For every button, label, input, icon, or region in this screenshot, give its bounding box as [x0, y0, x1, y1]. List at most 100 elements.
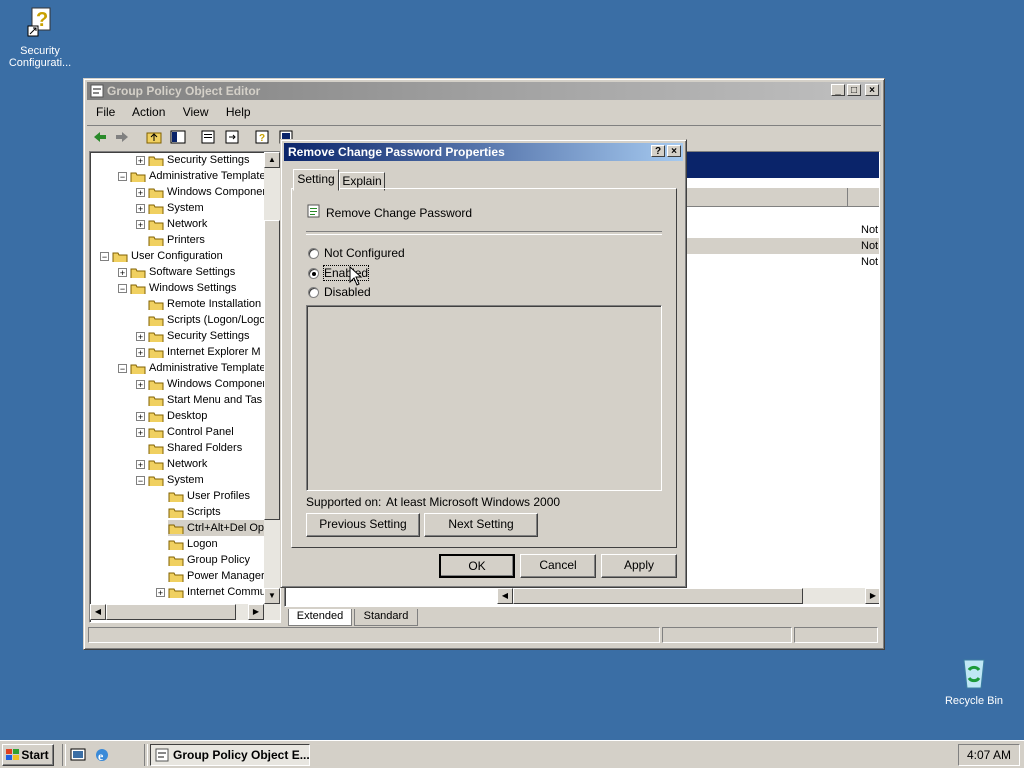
taskbar-task-gpo[interactable]: Group Policy Object E... [150, 744, 310, 766]
tree-item[interactable]: User Configuration [112, 248, 265, 264]
previous-setting-button[interactable]: Previous Setting [306, 513, 420, 537]
tree-pane[interactable]: Security Settings + Administrative Templat… [89, 151, 281, 623]
tree-item[interactable]: Internet Explorer M [148, 344, 265, 360]
tree-expander[interactable]: + [136, 460, 145, 470]
tree-expander[interactable]: + [136, 412, 145, 422]
tree-expander[interactable]: − [118, 172, 127, 182]
tree-item[interactable]: Remote Installation [148, 296, 265, 312]
tree-item[interactable]: Scripts (Logon/Logoff) [148, 312, 265, 328]
properties-dialog: Remove Change Password Properties ? × Se… [280, 139, 687, 588]
menu-help[interactable]: Help [226, 105, 251, 119]
tree-expander[interactable]: + [136, 380, 145, 390]
tree-item[interactable]: Administrative Templates [130, 168, 265, 184]
tree-hscrollbar[interactable]: ◀ ▶ [90, 604, 280, 620]
maximize-button[interactable]: □ [847, 84, 861, 96]
tree-item[interactable]: Network [148, 216, 265, 232]
radio-not-configured[interactable] [308, 248, 319, 260]
tree-expander[interactable]: − [100, 252, 109, 262]
show-desktop-icon[interactable] [70, 747, 86, 763]
tree-item[interactable]: Windows Settings [130, 280, 265, 296]
tab-standard[interactable]: Standard [354, 609, 418, 626]
tree-expander[interactable]: + [136, 188, 145, 198]
tree-expander[interactable]: − [118, 284, 127, 294]
minimize-button[interactable]: _ [831, 84, 845, 96]
tree-item[interactable]: Printers [148, 232, 265, 248]
scroll-down-button[interactable]: ▼ [264, 588, 280, 604]
scroll-left-button[interactable]: ◀ [497, 588, 513, 604]
tree-item[interactable]: User Profiles [168, 488, 265, 504]
tree-item[interactable]: Administrative Templates [130, 360, 265, 376]
cancel-button[interactable]: Cancel [520, 554, 596, 578]
ok-button[interactable]: OK [439, 554, 515, 578]
tree-item[interactable]: Ctrl+Alt+Del Op [168, 520, 265, 536]
properties-icon[interactable] [200, 129, 216, 145]
tree-item[interactable]: Software Settings [130, 264, 265, 280]
show-hide-tree-icon[interactable] [170, 129, 186, 145]
tree-expander[interactable]: + [136, 428, 145, 438]
desktop-icon-recycle-bin[interactable]: Recycle Bin [934, 656, 1014, 707]
tree-item[interactable]: Desktop [148, 408, 265, 424]
close-button[interactable]: × [865, 84, 879, 96]
gpo-titlebar[interactable]: Group Policy Object Editor _ □ × [87, 82, 881, 100]
tree-item[interactable]: Start Menu and Tas [148, 392, 265, 408]
setting-state: Not [861, 224, 879, 236]
option-not-configured[interactable]: Not Configured [308, 246, 405, 260]
dialog-titlebar[interactable]: Remove Change Password Properties ? × [284, 143, 683, 161]
tab-extended[interactable]: Extended [288, 609, 352, 626]
up-folder-icon[interactable] [146, 129, 162, 145]
tree-item[interactable]: Power Manager [168, 568, 265, 584]
tree-item[interactable]: Control Panel [148, 424, 265, 440]
help-button[interactable]: ? [651, 145, 665, 157]
export-list-icon[interactable] [224, 129, 240, 145]
tree-expander[interactable]: + [136, 204, 145, 214]
hscroll-thumb[interactable] [513, 588, 803, 604]
scroll-thumb[interactable] [264, 220, 280, 520]
option-disabled[interactable]: Disabled [308, 285, 371, 299]
scroll-left-button[interactable]: ◀ [90, 604, 106, 620]
tree-expander[interactable]: + [136, 156, 145, 166]
back-arrow-icon[interactable] [92, 129, 108, 145]
tree-expander[interactable]: + [118, 268, 127, 278]
internet-explorer-icon[interactable]: e [94, 747, 110, 763]
scroll-up-button[interactable]: ▲ [264, 152, 280, 168]
details-hscrollbar[interactable]: ◀ ▶ [497, 588, 879, 604]
tree-item[interactable]: Logon [168, 536, 265, 552]
tree-item[interactable]: Windows Components [148, 376, 265, 392]
column-divider[interactable] [847, 188, 848, 206]
menu-file[interactable]: File [96, 105, 115, 119]
scroll-right-button[interactable]: ▶ [248, 604, 264, 620]
tree-vscrollbar[interactable]: ▲ ▼ [264, 152, 280, 604]
tree-item[interactable]: System [148, 472, 265, 488]
tree-item[interactable]: Shared Folders [148, 440, 265, 456]
status-pane-main [88, 627, 660, 643]
scroll-right-button[interactable]: ▶ [865, 588, 879, 604]
start-button[interactable]: Start [2, 744, 54, 766]
next-setting-button[interactable]: Next Setting [424, 513, 538, 537]
tree-expander[interactable]: − [118, 364, 127, 374]
help-icon[interactable]: ? [254, 129, 270, 145]
radio-enabled[interactable] [308, 268, 319, 280]
tree-expander[interactable]: + [136, 348, 145, 358]
tree-expander[interactable]: + [136, 332, 145, 342]
folder-icon [148, 348, 164, 359]
tree-item[interactable]: System [148, 200, 265, 216]
tree-item[interactable]: Network [148, 456, 265, 472]
tab-setting[interactable]: Setting [293, 169, 339, 191]
tree-item[interactable]: Windows Components [148, 184, 265, 200]
tree-item[interactable]: Security Settings [148, 328, 265, 344]
tree-item[interactable]: Scripts [168, 504, 265, 520]
tree-expander[interactable]: + [156, 588, 165, 598]
hscroll-thumb[interactable] [106, 604, 236, 620]
close-button[interactable]: × [667, 145, 681, 157]
menu-view[interactable]: View [183, 105, 209, 119]
radio-disabled[interactable] [308, 287, 319, 299]
menu-action[interactable]: Action [132, 105, 165, 119]
apply-button[interactable]: Apply [601, 554, 677, 578]
tree-item[interactable]: Group Policy [168, 552, 265, 568]
tree-item[interactable]: Security Settings [148, 152, 265, 168]
tree-expander[interactable]: + [136, 220, 145, 230]
tree-expander[interactable]: − [136, 476, 145, 486]
tree-item[interactable]: Internet Commu [168, 584, 265, 600]
forward-arrow-icon[interactable] [114, 129, 130, 145]
desktop-icon-security-config[interactable]: ? Security Configurati... [0, 4, 80, 69]
